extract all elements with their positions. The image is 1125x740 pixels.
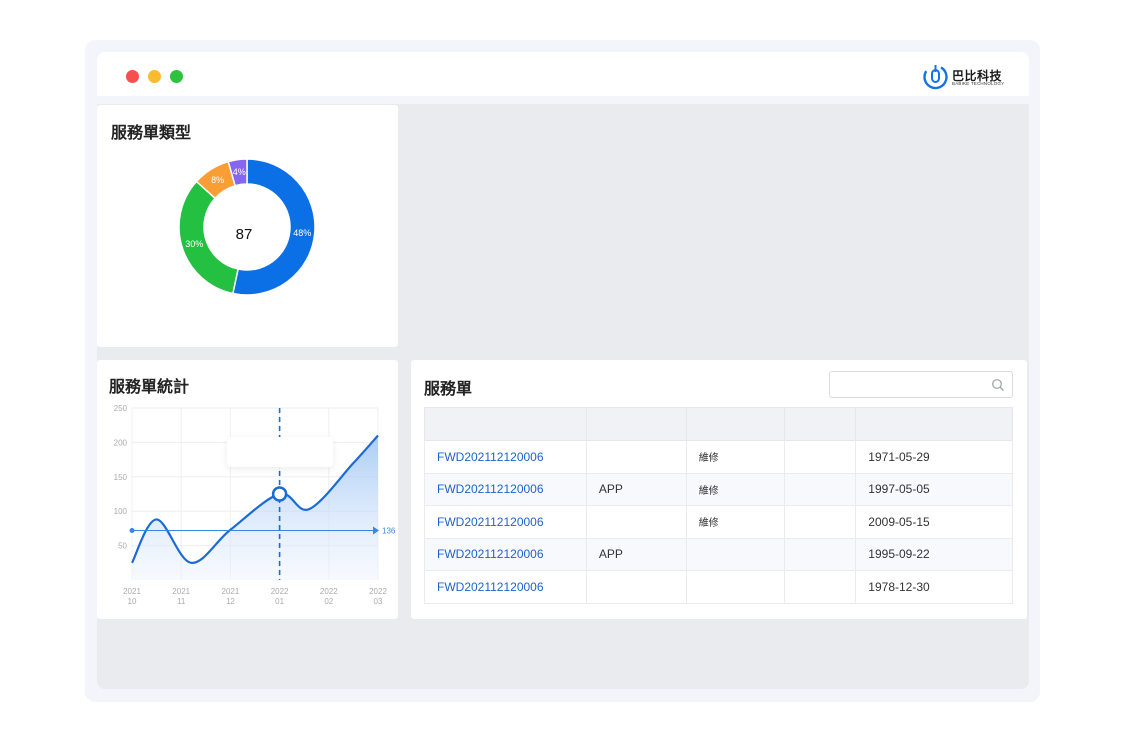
order-status <box>784 570 857 604</box>
order-id-link[interactable]: FWD202112120006 <box>424 440 587 474</box>
order-type: 維修 <box>685 472 786 506</box>
order-type: 維修 <box>685 505 786 539</box>
order-id-link[interactable]: FWD202112120006 <box>424 537 587 571</box>
orders-table-header <box>424 407 1013 441</box>
y-tick-label: 50 <box>118 542 127 551</box>
service-stats-title: 服務單統計 <box>109 377 190 396</box>
order-source: APP <box>585 537 687 571</box>
order-status <box>784 472 857 506</box>
x-tick-label: 2022 <box>369 587 387 596</box>
service-stats-area-chart: 2502001501005020211020211120211220220120… <box>114 404 396 606</box>
x-tick-label: 10 <box>128 597 137 606</box>
order-date: 1971-05-29 <box>855 440 1013 474</box>
y-tick-label: 200 <box>114 438 128 447</box>
x-tick-label: 11 <box>177 597 186 606</box>
order-source: APP <box>585 472 687 506</box>
brand-mark-icon <box>923 64 948 90</box>
x-tick-label: 2021 <box>123 587 141 596</box>
x-tick-label: 03 <box>374 597 383 606</box>
order-date: 1978-12-30 <box>855 570 1013 604</box>
x-tick-label: 12 <box>226 597 235 606</box>
table-row: FWD202112120006 APP 維修 1997-05-05 <box>424 472 1013 506</box>
order-date: 1995-09-22 <box>855 537 1013 571</box>
window-close-button[interactable] <box>126 70 139 83</box>
order-source <box>585 505 687 539</box>
window-minimize-button[interactable] <box>148 70 161 83</box>
donut-slice-label: 30% <box>185 239 203 249</box>
x-tick-label: 2021 <box>222 587 240 596</box>
table-row: FWD202112120006 APP 1995-09-22 <box>424 537 1013 571</box>
order-status <box>784 440 857 474</box>
donut-slice-label: 48% <box>293 228 311 238</box>
x-tick-label: 02 <box>324 597 333 606</box>
y-tick-label: 150 <box>114 473 128 482</box>
brand-logo: 巴比科技 BABIKE TECHNOLOGY <box>922 63 1012 91</box>
chart-tooltip <box>227 437 333 467</box>
column-header <box>424 407 587 441</box>
order-type <box>685 537 786 571</box>
order-id-link[interactable]: FWD202112120006 <box>424 472 587 506</box>
x-tick-label: 2022 <box>320 587 338 596</box>
donut-center-value: 87 <box>235 226 253 243</box>
column-header <box>685 407 786 441</box>
order-id-link[interactable]: FWD202112120006 <box>424 505 587 539</box>
order-status <box>784 537 857 571</box>
order-source <box>585 440 687 474</box>
table-row: FWD202112120006 維修 1971-05-29 <box>424 440 1013 474</box>
order-source <box>585 570 687 604</box>
order-id-link[interactable]: FWD202112120006 <box>424 570 587 604</box>
order-type: 維修 <box>685 440 786 474</box>
window-maximize-button[interactable] <box>170 70 183 83</box>
reference-line-label: 136 <box>382 526 396 535</box>
donut-slice-label: 4% <box>233 167 246 177</box>
x-tick-label: 01 <box>275 597 284 606</box>
y-tick-label: 100 <box>114 507 128 516</box>
order-date: 1997-05-05 <box>855 472 1013 506</box>
search-icon[interactable] <box>991 378 1005 392</box>
donut-slice-label: 8% <box>211 175 224 185</box>
table-row: FWD202112120006 1978-12-30 <box>424 570 1013 604</box>
brand-tagline: BABIKE TECHNOLOGY <box>952 81 1005 86</box>
order-status <box>784 505 857 539</box>
order-date: 2009-05-15 <box>855 505 1013 539</box>
orders-table: FWD202112120006 維修 1971-05-29 FWD2021121… <box>424 407 1013 604</box>
column-header <box>855 407 1013 441</box>
x-tick-label: 2021 <box>172 587 190 596</box>
order-type <box>685 570 786 604</box>
column-header <box>784 407 857 441</box>
orders-search-box[interactable] <box>829 371 1013 398</box>
table-row: FWD202112120006 維修 2009-05-15 <box>424 505 1013 539</box>
service-orders-title: 服務單 <box>424 379 473 398</box>
service-type-title: 服務單類型 <box>111 123 192 142</box>
x-tick-label: 2022 <box>271 587 289 596</box>
window-titlebar <box>97 52 1029 96</box>
y-tick-label: 250 <box>114 404 128 413</box>
reference-line-start <box>129 527 135 533</box>
highlight-point <box>271 486 288 502</box>
column-header <box>585 407 687 441</box>
orders-search-input[interactable] <box>836 376 986 394</box>
